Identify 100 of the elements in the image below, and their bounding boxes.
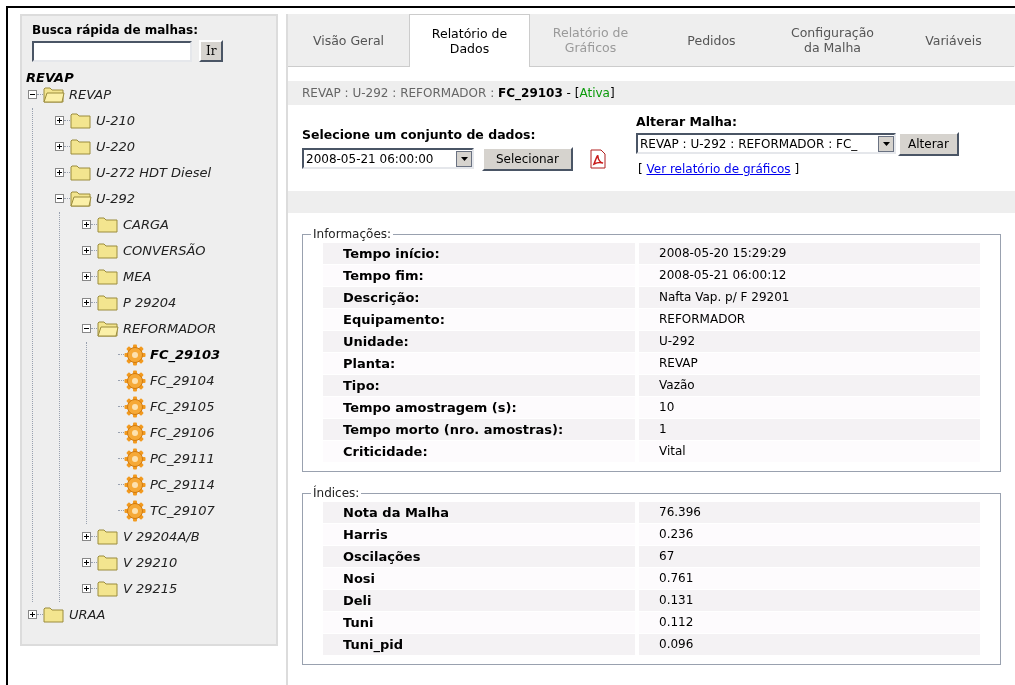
field-label: Criticidade: bbox=[323, 441, 635, 462]
expand-icon[interactable] bbox=[82, 246, 91, 255]
charts-link-line: [ Ver relatório de gráficos ] bbox=[637, 160, 801, 178]
gear-icon bbox=[124, 447, 146, 470]
gear-icon bbox=[124, 499, 146, 522]
tree-item[interactable]: REFORMADOR bbox=[123, 318, 217, 339]
tab[interactable]: Configuração da Malha bbox=[772, 14, 893, 67]
field-label: Tuni_pid bbox=[323, 634, 635, 655]
field-value: Vazão bbox=[639, 375, 980, 396]
field-value: 2008-05-20 15:29:29 bbox=[639, 243, 980, 264]
loop-select[interactable]: REVAP : U-292 : REFORMADOR : FC_ bbox=[636, 133, 896, 155]
tree-item[interactable]: FC_29105 bbox=[150, 396, 215, 417]
tree-item[interactable]: U-292 bbox=[96, 188, 136, 209]
expand-icon[interactable] bbox=[55, 168, 64, 177]
breadcrumb-current: FC_29103 bbox=[498, 85, 563, 102]
expand-icon[interactable] bbox=[28, 610, 37, 619]
tree-item[interactable]: REVAP bbox=[69, 84, 111, 105]
field-label: Tempo início: bbox=[323, 243, 635, 264]
expand-icon[interactable] bbox=[82, 558, 91, 567]
field-label: Oscilações bbox=[323, 546, 635, 567]
collapse-icon[interactable] bbox=[28, 90, 37, 99]
tree-item[interactable]: U-210 bbox=[96, 110, 136, 131]
field-label: Descrição: bbox=[323, 287, 635, 308]
tree-item[interactable]: P 29204 bbox=[123, 292, 177, 313]
field-value: 0.096 bbox=[639, 634, 980, 655]
field-value: U-292 bbox=[639, 331, 980, 352]
tree-item[interactable]: FC_29106 bbox=[150, 422, 215, 443]
field-value: 0.761 bbox=[639, 568, 980, 589]
folder-icon bbox=[97, 554, 119, 571]
gear-icon bbox=[124, 343, 146, 366]
tree-item[interactable]: URAA bbox=[69, 604, 106, 625]
tab[interactable]: Variáveis bbox=[893, 14, 1014, 67]
field-value: Vital bbox=[639, 441, 980, 462]
field-label: Nota da Malha bbox=[323, 502, 635, 523]
tree-item[interactable]: V 29204A/B bbox=[123, 526, 200, 547]
breadcrumb-path: REVAP : U-292 : REFORMADOR : bbox=[302, 85, 496, 102]
change-button[interactable]: Alterar bbox=[898, 131, 959, 156]
tree-item[interactable]: PC_29111 bbox=[150, 448, 215, 469]
dataset-select[interactable]: 2008-05-21 06:00:00 bbox=[302, 148, 474, 170]
open-folder-icon bbox=[97, 320, 119, 337]
folder-icon bbox=[43, 606, 65, 623]
field-label: Unidade: bbox=[323, 331, 635, 352]
open-folder-icon bbox=[43, 86, 65, 103]
field-label: Tempo fim: bbox=[323, 265, 635, 286]
folder-icon bbox=[97, 268, 119, 285]
expand-icon[interactable] bbox=[82, 272, 91, 281]
breadcrumb-status: - [Ativa] bbox=[565, 85, 615, 102]
search-field[interactable] bbox=[32, 40, 192, 62]
group-legend: Índices: bbox=[311, 484, 362, 502]
tree-item[interactable]: U-220 bbox=[96, 136, 136, 157]
field-value: 10 bbox=[639, 397, 980, 418]
field-value: 0.112 bbox=[639, 612, 980, 633]
field-label: Equipamento: bbox=[323, 309, 635, 330]
tree-item[interactable]: FC_29104 bbox=[150, 370, 215, 391]
field-label: Planta: bbox=[323, 353, 635, 374]
field-label: Deli bbox=[323, 590, 635, 611]
charts-report-link[interactable]: Ver relatório de gráficos bbox=[646, 161, 791, 176]
expand-icon[interactable] bbox=[55, 142, 64, 151]
dataset-label: Selecione um conjunto de dados: bbox=[302, 126, 537, 144]
expand-icon[interactable] bbox=[55, 116, 64, 125]
field-label: Tipo: bbox=[323, 375, 635, 396]
field-label: Tempo morto (nro. amostras): bbox=[323, 419, 635, 440]
field-value: Nafta Vap. p/ F 29201 bbox=[639, 287, 980, 308]
search-label: Busca rápida de malhas: bbox=[31, 22, 199, 39]
field-value: 2008-05-21 06:00:12 bbox=[639, 265, 980, 286]
tab[interactable]: Relatório de Dados bbox=[409, 14, 530, 67]
folder-icon bbox=[97, 580, 119, 597]
field-value: 1 bbox=[639, 419, 980, 440]
open-folder-icon bbox=[70, 190, 92, 207]
collapse-icon[interactable] bbox=[55, 194, 64, 203]
gear-icon bbox=[124, 473, 146, 496]
field-value: 67 bbox=[639, 546, 980, 567]
field-label: Tuni bbox=[323, 612, 635, 633]
tree-title: REVAP bbox=[26, 69, 75, 87]
field-value: 0.236 bbox=[639, 524, 980, 545]
expand-icon[interactable] bbox=[82, 220, 91, 229]
tree-item[interactable]: U-272 HDT Diesel bbox=[96, 162, 211, 183]
gear-icon bbox=[124, 369, 146, 392]
tree-item[interactable]: V 29215 bbox=[123, 578, 178, 599]
expand-icon[interactable] bbox=[82, 298, 91, 307]
tree-item[interactable]: TC_29107 bbox=[150, 500, 215, 521]
tree-item[interactable]: FC_29103 bbox=[150, 344, 221, 365]
tree-item[interactable]: V 29210 bbox=[123, 552, 178, 573]
change-loop-label: Alterar Malha: bbox=[636, 113, 739, 131]
field-value: 0.131 bbox=[639, 590, 980, 611]
go-button[interactable]: Ir bbox=[199, 40, 224, 62]
tree-item[interactable]: CARGA bbox=[123, 214, 169, 235]
tree-item[interactable]: MEA bbox=[123, 266, 152, 287]
collapse-icon[interactable] bbox=[82, 324, 91, 333]
folder-icon bbox=[97, 294, 119, 311]
pdf-icon[interactable] bbox=[588, 148, 607, 169]
folder-icon bbox=[70, 138, 92, 155]
folder-icon bbox=[70, 112, 92, 129]
tab[interactable]: Pedidos bbox=[651, 14, 772, 67]
tree-item[interactable]: PC_29114 bbox=[150, 474, 215, 495]
tree-item[interactable]: CONVERSÃO bbox=[123, 240, 206, 261]
expand-icon[interactable] bbox=[82, 584, 91, 593]
select-button[interactable]: Selecionar bbox=[482, 146, 573, 171]
folder-icon bbox=[97, 216, 119, 233]
expand-icon[interactable] bbox=[82, 532, 91, 541]
